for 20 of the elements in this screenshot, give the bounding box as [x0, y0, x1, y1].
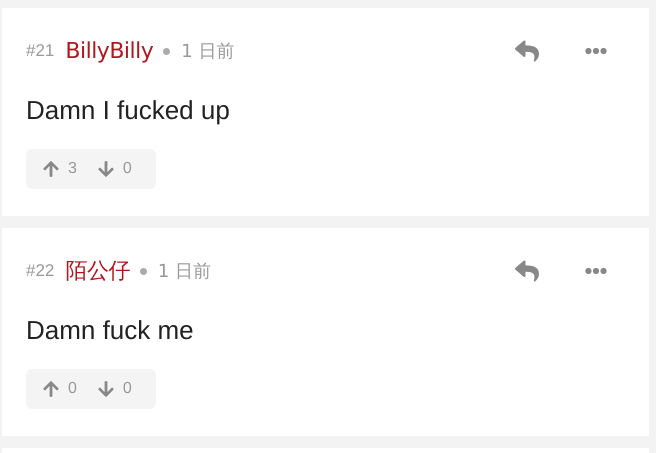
author-name[interactable]: BillyBilly	[65, 34, 154, 68]
upvote-button[interactable]: 0	[42, 377, 77, 401]
downvote-icon	[96, 380, 115, 398]
upvote-icon	[42, 380, 60, 398]
comment-number: #22	[26, 260, 54, 282]
upvote-button[interactable]: 3	[42, 157, 77, 181]
comment-time: 1 日前	[181, 40, 234, 64]
upvote-icon	[42, 160, 60, 178]
reply-icon	[515, 259, 539, 283]
reply-icon	[515, 39, 539, 63]
downvote-button[interactable]: 0	[96, 157, 132, 181]
comment-number: #21	[26, 40, 54, 62]
comment-text: Damn fuck me	[26, 314, 195, 346]
downvote-icon	[96, 160, 115, 178]
comment-time: 1 日前	[158, 260, 212, 284]
downvote-button[interactable]: 0	[96, 377, 132, 401]
comment-text: Damn I fucked up	[26, 94, 231, 126]
author-name[interactable]: 陌公仔	[65, 254, 130, 288]
reply-button[interactable]	[515, 259, 539, 283]
reply-button[interactable]	[515, 39, 539, 63]
